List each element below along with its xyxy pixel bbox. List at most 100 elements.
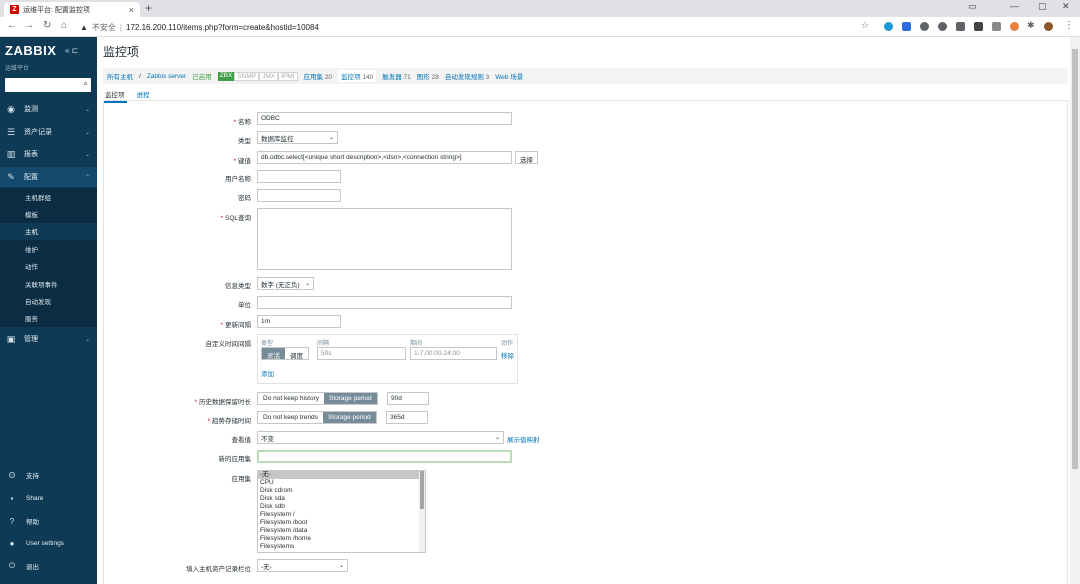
sidebar-item-share[interactable]: ▪ Share <box>0 488 97 508</box>
sidebar-item-help[interactable]: ? 帮助 <box>0 511 97 531</box>
sidebar-item-configuration[interactable]: ✎ 配置 ⌃ <box>0 167 97 187</box>
sidebar-item-monitoring[interactable]: ◉ 监测 ⌄ <box>0 99 97 119</box>
collapse-sidebar-icon[interactable]: « ⊏ <box>65 46 78 55</box>
list-item[interactable]: Disk sdb <box>258 503 425 511</box>
search-icon[interactable]: ⌕ <box>84 79 88 89</box>
scrollbar-thumb[interactable] <box>1072 49 1078 469</box>
update-interval-input[interactable]: 1m <box>257 315 341 328</box>
window-close-icon[interactable]: ✕ <box>1062 1 1070 12</box>
breadcrumb-triggers[interactable]: 触发器 <box>382 74 402 81</box>
sidebar-subitem-correlation[interactable]: 关联项事件 <box>0 275 97 292</box>
sidebar-item-reports[interactable]: ▥ 报表 ⌄ <box>0 144 97 164</box>
sidebar-subitem-services[interactable]: 服务 <box>0 310 97 327</box>
browser-tab[interactable]: Z 运维平台: 配置监控项 × <box>4 2 140 17</box>
extensions-puzzle-icon[interactable]: ✱ <box>1027 20 1035 31</box>
history-toggle[interactable]: Do not keep history Storage period <box>257 392 378 405</box>
new-application-input[interactable] <box>257 450 512 463</box>
show-valuemap-link[interactable]: 展示值映射 <box>507 434 540 444</box>
page-scrollbar[interactable] <box>1070 37 1080 584</box>
breadcrumb-applications[interactable]: 应用集 <box>304 74 324 81</box>
breadcrumb-discovery[interactable]: 自动发现规则 <box>445 74 484 81</box>
sidebar-subitem-discovery[interactable]: 自动发现 <box>0 292 97 309</box>
listbox-scrollbar[interactable] <box>419 471 425 552</box>
minimize-icon[interactable]: — <box>1010 1 1019 11</box>
ci-interval-input[interactable]: 50s <box>317 347 406 360</box>
avatar[interactable] <box>1044 22 1053 31</box>
valuemap-select[interactable]: 不变 ⌄ <box>257 431 504 444</box>
select-key-button[interactable]: 选择 <box>515 151 538 164</box>
units-input[interactable] <box>257 296 512 309</box>
extension-icon[interactable] <box>920 22 929 31</box>
ci-scheduling-option[interactable]: 调度 <box>285 348 308 360</box>
extension-icon[interactable] <box>938 22 947 31</box>
list-item[interactable]: Disk cdrom <box>258 487 425 495</box>
inventory-select-value: -无- <box>261 563 272 571</box>
breadcrumb-web[interactable]: Web 场景 <box>495 71 523 81</box>
extension-icon[interactable] <box>1010 22 1019 31</box>
sidebar-subitem-templates[interactable]: 模板 <box>0 205 97 222</box>
type-select[interactable]: 数据库监控 ⌄ <box>257 131 338 144</box>
back-icon[interactable]: ← <box>7 20 17 31</box>
extension-icon[interactable] <box>902 22 911 31</box>
password-input[interactable] <box>257 189 341 202</box>
inventory-select[interactable]: -无- ⌄ <box>257 559 348 572</box>
extension-icon[interactable] <box>974 22 983 31</box>
ci-period-input[interactable]: 1-7,00:00-24:00 <box>410 347 497 360</box>
profile-icon[interactable]: ▭ <box>968 1 977 12</box>
info-type-select[interactable]: 数字 (无正负) ⌄ <box>257 277 314 290</box>
history-storage-option[interactable]: Storage period <box>324 393 377 404</box>
extension-icon[interactable] <box>884 22 893 31</box>
ci-type-toggle[interactable]: 灵活 调度 <box>261 347 309 360</box>
sidebar-item-administration[interactable]: ▣ 管理 ⌄ <box>0 329 97 349</box>
new-tab-button[interactable]: + <box>145 2 152 15</box>
home-icon[interactable]: ⌂ <box>61 20 67 31</box>
warning-icon[interactable]: ▲ <box>80 23 88 32</box>
trends-nokeep-option[interactable]: Do not keep trends <box>258 412 323 423</box>
bookmark-star-icon[interactable]: ☆ <box>861 20 869 31</box>
sidebar-item-logout[interactable]: ⏻ 退出 <box>0 556 97 576</box>
ci-add-link[interactable]: 添加 <box>261 368 274 378</box>
sidebar-subitem-hosts[interactable]: 主机 <box>0 222 97 241</box>
sidebar-subitem-actions[interactable]: 动作 <box>0 258 97 275</box>
name-input[interactable]: ODBC <box>257 112 512 125</box>
extension-icon[interactable] <box>956 22 965 31</box>
list-item[interactable]: -无- <box>258 471 425 479</box>
more-menu-icon[interactable]: ⋮ <box>1064 20 1074 31</box>
username-input[interactable] <box>257 170 341 183</box>
breadcrumb-all-hosts[interactable]: 所有主机 <box>107 71 133 81</box>
sidebar-item-inventory[interactable]: ☰ 资产记录 ⌄ <box>0 122 97 142</box>
sql-query-textarea[interactable] <box>257 208 512 270</box>
trends-storage-option[interactable]: Storage period <box>322 412 376 423</box>
breadcrumb-host[interactable]: Zabbix server <box>147 73 186 80</box>
list-item[interactable]: Filesystems <box>258 543 425 551</box>
forward-icon[interactable]: → <box>24 20 34 31</box>
sidebar-search-input[interactable]: ⌕ <box>5 78 91 92</box>
ci-remove-link[interactable]: 移除 <box>501 350 514 360</box>
close-icon[interactable]: × <box>129 5 134 15</box>
list-item[interactable]: Filesystem /data <box>258 527 425 535</box>
sidebar-subitem-maintenance[interactable]: 维护 <box>0 240 97 257</box>
list-item[interactable]: Filesystem /home <box>258 535 425 543</box>
ci-flexible-option[interactable]: 灵活 <box>262 348 285 360</box>
extension-icon[interactable] <box>992 22 1001 31</box>
scrollbar-thumb[interactable] <box>420 471 424 509</box>
applications-listbox[interactable]: -无- CPU Disk cdrom Disk sda Disk sdb Fil… <box>257 470 426 553</box>
url-field[interactable]: ▲ 不安全 | 172.16.200.110/items.php?form=cr… <box>80 20 870 34</box>
trends-toggle[interactable]: Do not keep trends Storage period <box>257 411 377 424</box>
reload-icon[interactable]: ↻ <box>43 20 51 31</box>
list-item[interactable]: Disk sda <box>258 495 425 503</box>
sidebar-item-user-settings[interactable]: ● User settings <box>0 533 97 553</box>
history-period-input[interactable]: 90d <box>387 392 429 405</box>
list-item[interactable]: CPU <box>258 479 425 487</box>
breadcrumb-items[interactable]: 监控项 <box>341 74 361 81</box>
list-item[interactable]: Filesystem / <box>258 511 425 519</box>
valuemap-label: 查看值 <box>231 437 252 444</box>
history-nokeep-option[interactable]: Do not keep history <box>258 393 325 404</box>
trends-period-input[interactable]: 365d <box>386 411 428 424</box>
sidebar-item-support[interactable]: ʘ 支持 <box>0 465 97 485</box>
list-item[interactable]: Filesystem /boot <box>258 519 425 527</box>
sidebar-subitem-hostgroups[interactable]: 主机群组 <box>0 188 97 205</box>
breadcrumb-graphs[interactable]: 图形 <box>417 74 430 81</box>
maximize-icon[interactable]: ▢ <box>1038 1 1047 12</box>
key-input[interactable]: db.odbc.select[<unique short description… <box>257 151 512 164</box>
